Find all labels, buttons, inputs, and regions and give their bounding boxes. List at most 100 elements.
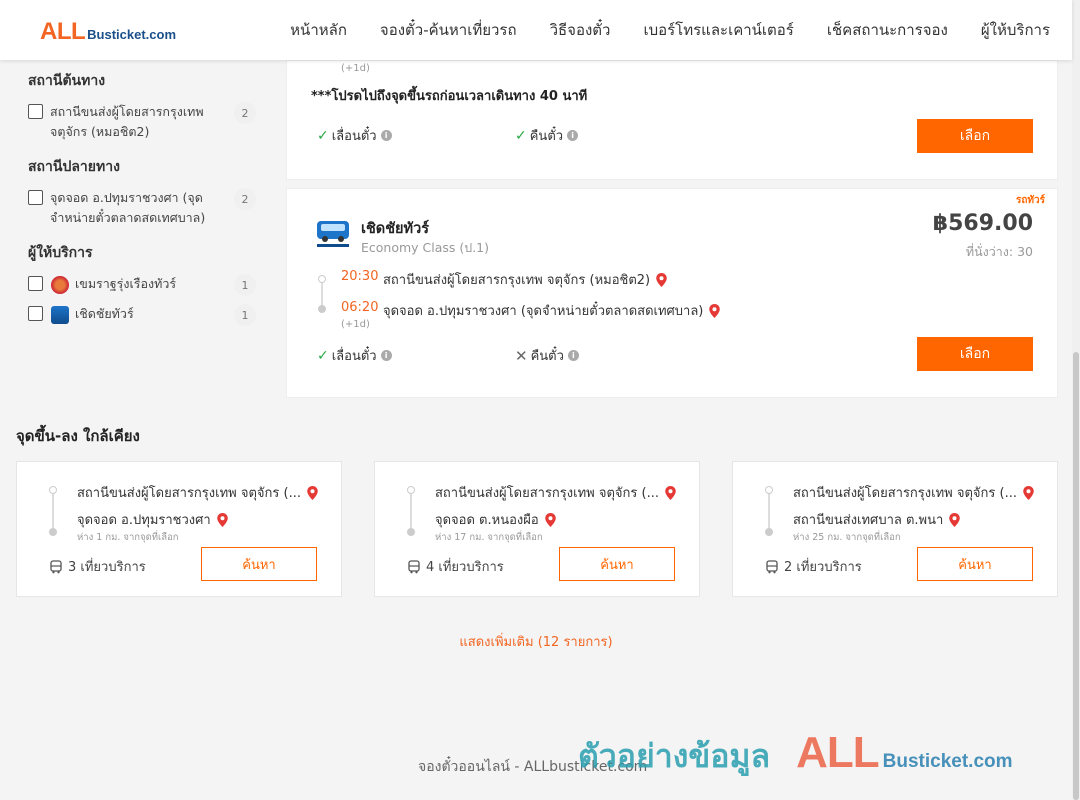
scrollbar-thumb[interactable] — [1073, 352, 1079, 800]
select-trip-button[interactable]: เลือก — [917, 337, 1033, 371]
nearby-distance: ห่าง 1 กม. จากจุดที่เลือก — [77, 532, 179, 543]
destination-dot — [49, 528, 57, 536]
nearby-distance: ห่าง 25 กม. จากจุดที่เลือก — [793, 532, 901, 543]
origin-filter-label: สถานีขนส่งผู้โดยสารกรุงเทพ จตุจักร (หมอช… — [50, 104, 204, 139]
origin-filter: สถานีต้นทาง สถานีขนส่งผู้โดยสารกรุงเทพ จ… — [28, 70, 256, 142]
operator-filter-label: เชิดชัยทัวร์ — [75, 306, 134, 321]
destination-dot — [765, 528, 773, 536]
destination-checkbox[interactable] — [28, 190, 43, 205]
route-line — [410, 492, 412, 532]
seats-available: ที่นั่งว่าง: 30 — [965, 244, 1033, 259]
nearby-trip-count: 3 เที่ยวบริการ — [49, 556, 146, 577]
page-scrollbar[interactable] — [1072, 0, 1080, 800]
operator-filter-count: 1 — [234, 304, 256, 326]
nav-operators[interactable]: ผู้ให้บริการ — [981, 18, 1050, 42]
route-line — [52, 492, 54, 532]
map-pin-icon[interactable] — [665, 485, 676, 500]
nearby-destination-label: จุดจอด อ.ปทุมราชวงศา — [77, 513, 211, 528]
refund-ticket-feature: ✓ คืนตั๋ว i — [515, 125, 579, 146]
ticket-price: ฿569.00 — [932, 211, 1033, 236]
map-pin-icon[interactable] — [216, 512, 228, 527]
origin-filter-title: สถานีต้นทาง — [28, 73, 106, 89]
operator-filter-title: ผู้ให้บริการ — [28, 245, 93, 261]
nearby-route-card: สถานีขนส่งผู้โดยสารกรุงเทพ จตุจักร (... … — [16, 461, 342, 597]
nav-check-status[interactable]: เช็คสถานะการจอง — [827, 18, 948, 42]
nearby-trip-count: 4 เที่ยวบริการ — [407, 556, 504, 577]
watermark-busticket-text: Busticket.com — [882, 751, 1013, 772]
map-pin-icon[interactable] — [307, 485, 318, 500]
map-pin-icon[interactable] — [656, 272, 667, 287]
arrival-stop: จุดจอด อ.ปทุมราชวงศา (จุดจำหน่ายตั๋วตลาด… — [383, 300, 721, 321]
info-icon[interactable]: i — [380, 130, 392, 141]
trip-card: (+1d) ***โปรดไปถึงจุดขึ้นรถก่อนเวลาเดินท… — [286, 60, 1058, 180]
destination-filter-title: สถานีปลายทาง — [28, 159, 120, 175]
operator-filter-count: 1 — [234, 274, 256, 296]
operator-checkbox[interactable] — [28, 276, 43, 291]
info-icon[interactable]: i — [380, 350, 392, 361]
route-line — [768, 492, 770, 532]
change-ticket-feature: ✓ เลื่อนตั๋ว i — [317, 125, 392, 146]
info-icon[interactable]: i — [567, 130, 579, 141]
destination-filter-label: จุดจอด อ.ปทุมราชวงศา (จุดจำหน่ายตั๋วตลาด… — [50, 190, 206, 225]
nearby-origin: สถานีขนส่งผู้โดยสารกรุงเทพ จตุจักร (... — [77, 482, 318, 503]
refund-ticket-feature: ✕ คืนตั๋ว i — [515, 345, 579, 366]
cherdchai-logo-icon — [317, 221, 349, 247]
origin-dot — [765, 486, 773, 494]
nearby-origin-label: สถานีขนส่งผู้โดยสารกรุงเทพ จตุจักร (... — [435, 486, 659, 501]
cherdchai-logo-icon — [51, 306, 69, 324]
departure-stop: สถานีขนส่งผู้โดยสารกรุงเทพ จตุจักร (หมอช… — [383, 269, 667, 290]
origin-dot — [407, 486, 415, 494]
nav-phone-counters[interactable]: เบอร์โทรและเคาน์เตอร์ — [643, 18, 793, 42]
nearby-search-button[interactable]: ค้นหา — [917, 547, 1033, 581]
main-nav: หน้าหลัก จองตั๋ว-ค้นหาเที่ยวรถ วิธีจองตั… — [257, 0, 1050, 60]
nav-book-search[interactable]: จองตั๋ว-ค้นหาเที่ยวรถ — [380, 18, 517, 42]
logo-busticket-text: Busticket.com — [87, 27, 177, 42]
bus-icon — [766, 559, 778, 573]
change-ticket-label: เลื่อนตั๋ว — [331, 129, 377, 144]
nearby-route-card: สถานีขนส่งผู้โดยสารกรุงเทพ จตุจักร (... … — [732, 461, 1058, 597]
filter-sidebar: สถานีต้นทาง สถานีขนส่งผู้โดยสารกรุงเทพ จ… — [28, 70, 256, 340]
select-trip-button[interactable]: เลือก — [917, 119, 1033, 153]
boarding-notice: ***โปรดไปถึงจุดขึ้นรถก่อนเวลาเดินทาง 40 … — [311, 89, 588, 104]
bus-type-tag: รถทัวร์ — [1015, 195, 1045, 206]
nav-how-to-book[interactable]: วิธีจองตั๋ว — [550, 18, 611, 42]
info-icon[interactable]: i — [567, 350, 579, 361]
nearby-origin-label: สถานีขนส่งผู้โดยสารกรุงเทพ จตุจักร (... — [793, 486, 1017, 501]
refund-ticket-label: คืนตั๋ว — [530, 349, 564, 364]
nearby-route-card: สถานีขนส่งผู้โดยสารกรุงเทพ จตุจักร (... … — [374, 461, 700, 597]
nearby-trip-count: 2 เที่ยวบริการ — [765, 556, 862, 577]
watermark-thai-text: ตัวอย่างข้อมูล — [578, 737, 771, 775]
map-pin-icon[interactable] — [949, 512, 961, 527]
map-pin-icon[interactable] — [1023, 485, 1034, 500]
destination-filter: สถานีปลายทาง จุดจอด อ.ปทุมราชวงศา (จุดจำ… — [28, 156, 256, 228]
destination-filter-count: 2 — [234, 188, 256, 210]
nearby-destination: สถานีขนส่งเทศบาล ต.พนา — [793, 509, 961, 530]
khemarat-logo-icon — [51, 276, 69, 294]
logo-all-text: ALL — [40, 18, 86, 45]
nearby-section-title: จุดขึ้น-ลง ใกล้เคียง — [16, 427, 140, 445]
operator-filter-item[interactable]: เขมราฐรุ่งเรืองทัวร์ 1 — [28, 274, 256, 296]
nearby-destination: จุดจอด อ.ปทุมราชวงศา — [77, 509, 228, 530]
origin-checkbox[interactable] — [28, 104, 43, 119]
change-ticket-label: เลื่อนตั๋ว — [331, 349, 377, 364]
check-icon: ✓ — [515, 127, 527, 144]
origin-filter-item[interactable]: สถานีขนส่งผู้โดยสารกรุงเทพ จตุจักร (หมอช… — [28, 102, 256, 142]
nav-home[interactable]: หน้าหลัก — [290, 18, 347, 42]
operator-filter-item[interactable]: เชิดชัยทัวร์ 1 — [28, 304, 256, 326]
map-pin-icon[interactable] — [709, 303, 721, 318]
nearby-search-button[interactable]: ค้นหา — [559, 547, 675, 581]
watermark: ตัวอย่างข้อมูล ALL Busticket.com — [578, 728, 1013, 782]
nearby-search-button[interactable]: ค้นหา — [201, 547, 317, 581]
nearby-destination: จุดจอด ต.หนองผือ — [435, 509, 556, 530]
operator-checkbox[interactable] — [28, 306, 43, 321]
arrival-time: 06:20 — [341, 300, 379, 315]
destination-filter-item[interactable]: จุดจอด อ.ปทุมราชวงศา (จุดจำหน่ายตั๋วตลาด… — [28, 188, 256, 228]
show-more-link[interactable]: แสดงเพิ่มเติม (12 รายการ) — [0, 631, 1072, 652]
destination-dot — [407, 528, 415, 536]
operator-filter-label: เขมราฐรุ่งเรืองทัวร์ — [75, 276, 177, 291]
nearby-destination-label: จุดจอด ต.หนองผือ — [435, 513, 539, 528]
site-logo[interactable]: ALL Busticket.com — [40, 18, 176, 46]
departure-dot — [318, 275, 326, 283]
map-pin-icon[interactable] — [544, 512, 556, 527]
arrival-stop-label: จุดจอด อ.ปทุมราชวงศา (จุดจำหน่ายตั๋วตลาด… — [383, 304, 704, 319]
